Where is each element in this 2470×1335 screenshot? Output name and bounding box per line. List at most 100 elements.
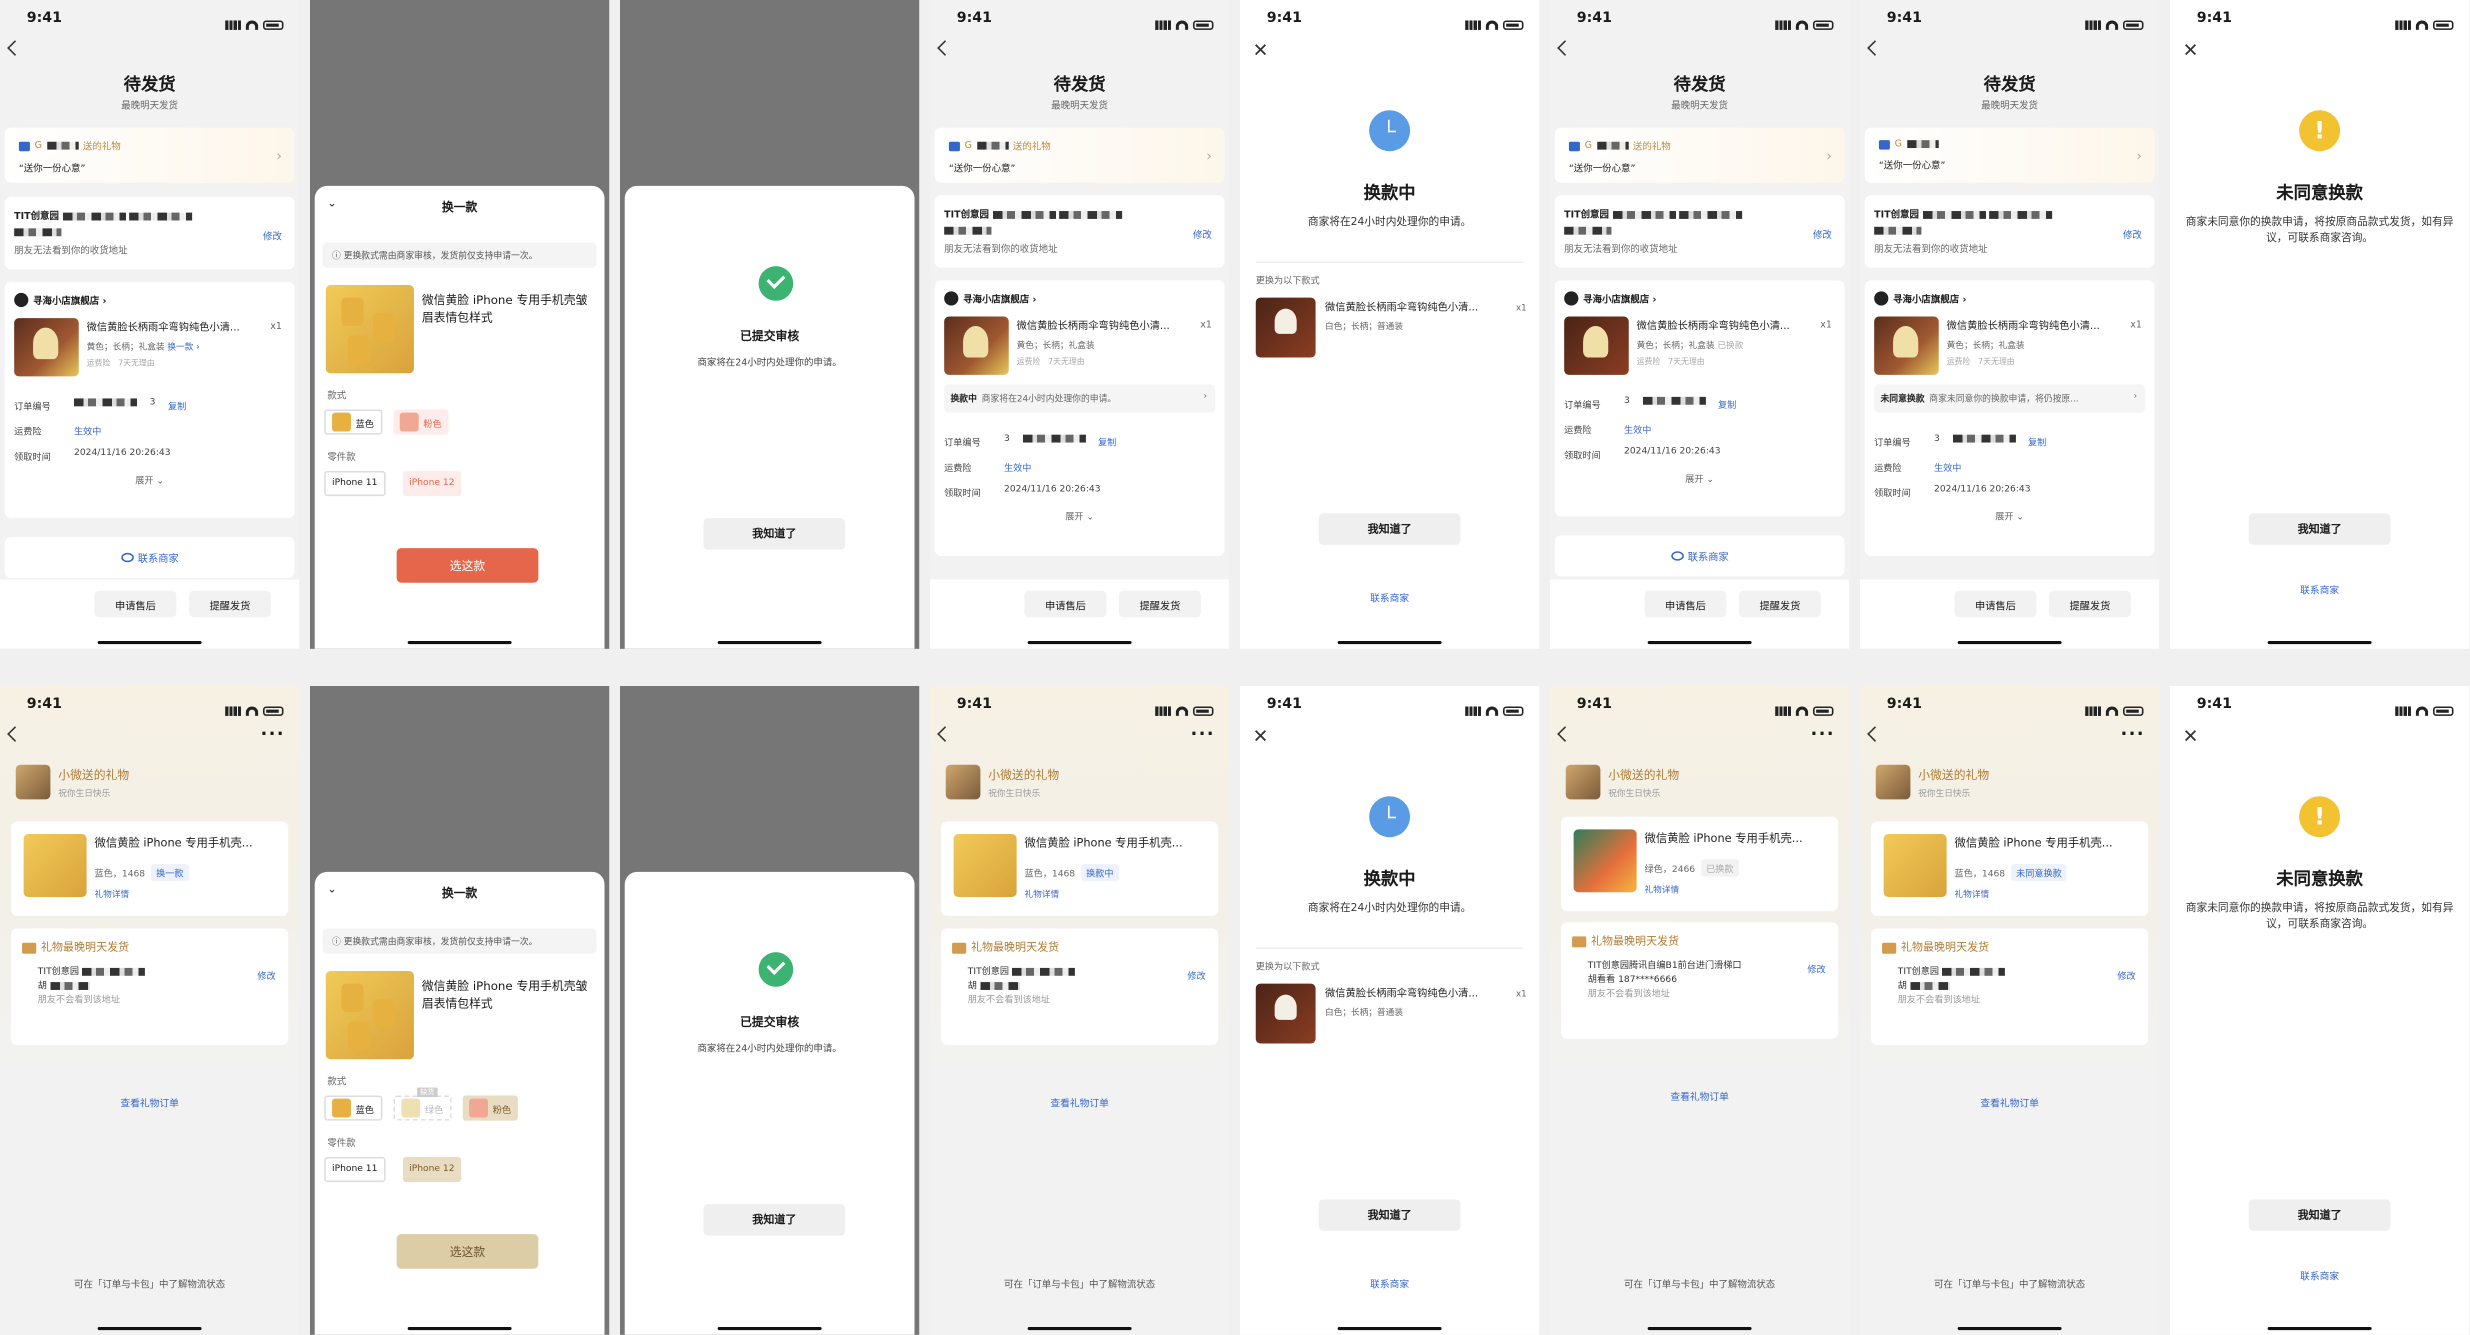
shop-link[interactable]: 寻海小店旗舰店 ›	[14, 292, 285, 308]
copy-link[interactable]: 复制	[1718, 397, 1736, 411]
got-it-button[interactable]: 我知道了	[2248, 513, 2391, 545]
shop-link[interactable]: 寻海小店旗舰店 ›	[944, 291, 1215, 306]
back-icon[interactable]	[1557, 726, 1573, 742]
got-it-button[interactable]: 我知道了	[703, 1204, 846, 1236]
close-icon[interactable]: ✕	[1253, 39, 1269, 61]
change-style-link[interactable]: 换一款 ›	[167, 343, 199, 352]
gift-card[interactable]: G “送你一份心意” ›	[1864, 127, 2155, 183]
contact-merchant-button[interactable]: 联系商家	[1554, 535, 1845, 577]
select-style-button[interactable]: 选这款	[396, 548, 539, 583]
product-row[interactable]: 微信黄脸长柄雨伞弯钩纯色小清... 黄色；长柄；礼盒装 已换款 运费险 7天无理…	[1564, 316, 1835, 375]
contact-merchant-link[interactable]: 联系商家	[2170, 583, 2469, 597]
more-icon[interactable]: ···	[1811, 724, 1835, 744]
gift-product-card[interactable]: 微信黄脸 iPhone 专用手机壳... 绿色，2466 已换款 礼物详情	[1561, 816, 1839, 912]
copy-link[interactable]: 复制	[168, 398, 186, 412]
shop-link[interactable]: 寻海小店旗舰店 ›	[1874, 291, 2145, 306]
contact-merchant-button[interactable]: 联系商家	[4, 537, 295, 578]
product-row[interactable]: 微信黄脸长柄雨伞弯钩纯色小清... 黄色；长柄；礼盒装 运费险 7天无理由 x1	[944, 316, 1215, 375]
close-icon[interactable]: ✕	[2183, 725, 2199, 747]
back-icon[interactable]	[937, 726, 953, 742]
view-gift-order-link[interactable]: 查看礼物订单	[0, 1095, 299, 1110]
gift-detail-link[interactable]: 礼物详情	[1024, 888, 1059, 900]
close-icon[interactable]: ✕	[1253, 725, 1269, 747]
back-icon[interactable]	[7, 726, 23, 742]
gift-product-card[interactable]: 微信黄脸 iPhone 专用手机壳... 蓝色，1468 换款中 礼物详情	[941, 821, 1219, 916]
option-pink[interactable]: 粉色	[462, 1095, 518, 1121]
contact-merchant-link[interactable]: 联系商家	[1240, 591, 1539, 605]
back-icon[interactable]	[1867, 726, 1883, 742]
edit-address-link[interactable]: 修改	[263, 228, 282, 243]
remind-ship-button[interactable]: 提醒发货	[1738, 590, 1821, 618]
option-blue[interactable]: 蓝色	[324, 1095, 382, 1121]
option-pink[interactable]: 粉色	[393, 409, 448, 435]
edit-address-link[interactable]: 修改	[2117, 968, 2135, 982]
truck-icon	[1882, 941, 1897, 953]
gift-card[interactable]: G 送的礼物 “送你一份心意” ›	[934, 127, 1225, 183]
home-indicator	[1957, 1326, 2062, 1331]
expand-toggle[interactable]: 展开 ⌄	[944, 509, 1215, 522]
gift-product-card[interactable]: 微信黄脸 iPhone 专用手机壳... 蓝色，1468 未同意换款 礼物详情	[1871, 821, 2149, 916]
expand-toggle[interactable]: 展开 ⌄	[1564, 471, 1835, 485]
option-iphone12[interactable]: iPhone 12	[402, 470, 461, 497]
gift-card[interactable]: G 送的礼物 “送你一份心意” ›	[4, 127, 295, 183]
after-sale-button[interactable]: 申请售后	[1954, 590, 2037, 618]
expand-toggle[interactable]: 展开 ⌄	[14, 472, 285, 486]
gift-detail-link[interactable]: 礼物详情	[94, 888, 129, 900]
got-it-button[interactable]: 我知道了	[1318, 1199, 1461, 1231]
back-icon[interactable]	[1557, 40, 1573, 56]
more-icon[interactable]: ···	[261, 724, 285, 744]
more-icon[interactable]: ···	[2121, 724, 2145, 744]
copy-link[interactable]: 复制	[2028, 435, 2046, 448]
got-it-button[interactable]: 我知道了	[2248, 1199, 2391, 1231]
option-blue[interactable]: 蓝色	[324, 409, 382, 435]
copy-link[interactable]: 复制	[1098, 435, 1116, 448]
edit-address-link[interactable]: 修改	[1813, 227, 1832, 241]
option-iphone11[interactable]: iPhone 11	[324, 1156, 386, 1183]
edit-address-link[interactable]: 修改	[1187, 968, 1205, 982]
exchange-status-bar[interactable]: 换款中 商家将在24小时内处理你的申请。 ›	[944, 384, 1216, 413]
gift-card[interactable]: G 送的礼物 “送你一份心意” ›	[1554, 127, 1845, 183]
got-it-button[interactable]: 我知道了	[703, 518, 846, 550]
view-gift-order-link[interactable]: 查看礼物订单	[1550, 1089, 1849, 1103]
gift-header: 小微送的礼物 祝你生日快乐	[945, 764, 1059, 800]
exchanging-tag[interactable]: 换款中	[1081, 863, 1119, 882]
edit-address-link[interactable]: 修改	[2123, 227, 2142, 241]
select-style-button[interactable]: 选这款	[396, 1234, 539, 1269]
gift-exchanging-frame: 9:41 ··· 小微送的礼物 祝你生日快乐 微信黄脸 iPhone 专用手机壳.…	[930, 686, 1230, 1335]
view-gift-order-link[interactable]: 查看礼物订单	[1860, 1095, 2159, 1110]
product-row[interactable]: 微信黄脸长柄雨伞弯钩纯色小清... 黄色；长柄；礼盒装 换一款 › 运费险 7天…	[14, 318, 285, 377]
signal-icon	[225, 705, 241, 716]
contact-merchant-link[interactable]: 联系商家	[1240, 1277, 1539, 1291]
close-icon[interactable]: ✕	[2183, 39, 2199, 61]
gift-product-card[interactable]: 微信黄脸 iPhone 专用手机壳... 蓝色，1468 换一款 礼物详情	[11, 821, 289, 916]
change-style-tag[interactable]: 换一款	[151, 863, 189, 882]
after-sale-button[interactable]: 申请售后	[94, 590, 177, 618]
back-icon[interactable]	[1867, 40, 1883, 56]
remind-ship-button[interactable]: 提醒发货	[188, 590, 271, 618]
after-sale-button[interactable]: 申请售后	[1024, 590, 1107, 618]
rejected-tag[interactable]: 未同意换款	[2011, 863, 2067, 882]
remind-ship-button[interactable]: 提醒发货	[1118, 590, 1201, 618]
option-iphone12[interactable]: iPhone 12	[402, 1156, 461, 1183]
gift-detail-link[interactable]: 礼物详情	[1954, 888, 1989, 900]
edit-address-link[interactable]: 修改	[1807, 962, 1825, 975]
contact-merchant-link[interactable]: 联系商家	[2170, 1269, 2469, 1283]
product-row[interactable]: 微信黄脸长柄雨伞弯钩纯色小清... 黄色；长柄；礼盒装 运费险 7天无理由 x1	[1874, 316, 2145, 375]
remind-ship-button[interactable]: 提醒发货	[2048, 590, 2131, 618]
bottom-bar: 申请售后 提醒发货	[1860, 579, 2160, 649]
back-icon[interactable]	[7, 40, 23, 56]
edit-address-link[interactable]: 修改	[257, 968, 275, 982]
back-icon[interactable]	[937, 40, 953, 56]
battery-icon	[1503, 19, 1524, 30]
got-it-button[interactable]: 我知道了	[1318, 513, 1461, 545]
edit-address-link[interactable]: 修改	[1193, 227, 1212, 241]
view-gift-order-link[interactable]: 查看礼物订单	[930, 1095, 1229, 1110]
rejected-status-bar[interactable]: 未同意换款 商家未同意你的换款申请，将仍按原... ›	[1874, 384, 2146, 413]
more-icon[interactable]: ···	[1191, 724, 1215, 744]
new-product-row: 微信黄脸长柄雨伞弯钩纯色小清... 白色；长柄；普通装 x1	[1255, 297, 1527, 358]
gift-detail-link[interactable]: 礼物详情	[1644, 883, 1679, 895]
expand-toggle[interactable]: 展开 ⌄	[1874, 509, 2145, 522]
shop-link[interactable]: 寻海小店旗舰店 ›	[1564, 291, 1835, 306]
option-iphone11[interactable]: iPhone 11	[324, 470, 386, 497]
after-sale-button[interactable]: 申请售后	[1644, 590, 1727, 618]
